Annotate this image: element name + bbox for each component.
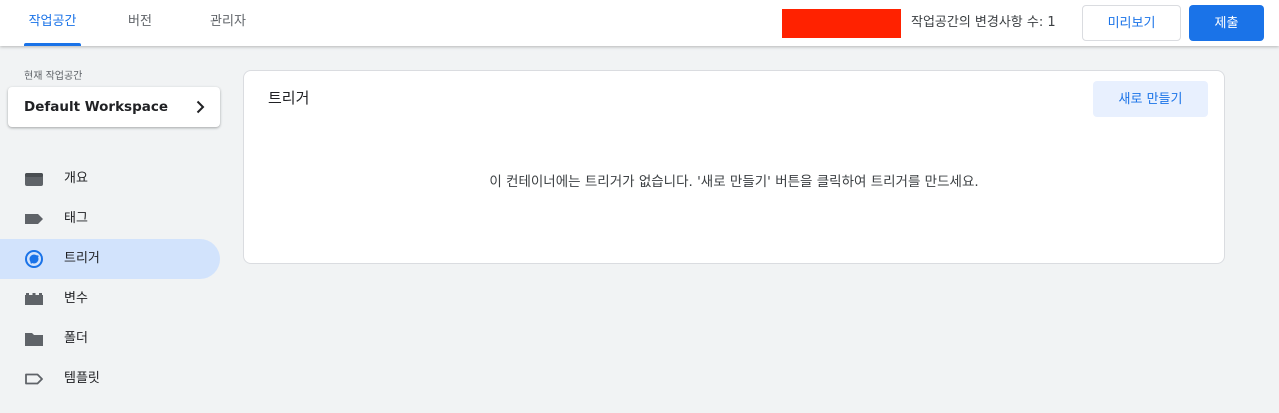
- folder-icon: [25, 333, 43, 346]
- tab-versions[interactable]: 버전: [120, 0, 160, 46]
- sidebar-item-label: 변수: [64, 291, 88, 306]
- tag-icon: [25, 214, 43, 224]
- sidebar-item-label: 개요: [64, 171, 88, 186]
- sidebar-item-triggers[interactable]: 트리거: [0, 239, 220, 279]
- preview-button[interactable]: 미리보기: [1082, 5, 1181, 41]
- page-title: 트리거: [268, 89, 310, 107]
- top-bar: 작업공간 버전 관리자 작업공간의 변경사항 수: 1 미리보기 제출: [0, 0, 1279, 46]
- chevron-right-icon: [196, 100, 205, 114]
- tab-admin[interactable]: 관리자: [202, 0, 254, 46]
- overview-icon: [25, 173, 43, 186]
- submit-button[interactable]: 제출: [1189, 5, 1264, 41]
- workspace-changes-count: 작업공간의 변경사항 수: 1: [911, 15, 1056, 30]
- workspace-selector[interactable]: Default Workspace: [8, 87, 220, 127]
- empty-state-message: 이 컨테이너에는 트리거가 없습니다. '새로 만들기' 버튼을 클릭하여 트리…: [489, 174, 979, 190]
- variables-icon: [25, 293, 43, 305]
- sidebar-item-tags[interactable]: 태그: [0, 199, 220, 239]
- tab-workspace[interactable]: 작업공간: [24, 0, 81, 46]
- trigger-icon: [25, 250, 43, 268]
- sidebar-item-overview[interactable]: 개요: [0, 159, 220, 199]
- template-icon: [25, 373, 43, 385]
- sidebar-item-label: 트리거: [64, 251, 100, 266]
- new-trigger-button[interactable]: 새로 만들기: [1093, 81, 1208, 117]
- sidebar-item-variables[interactable]: 변수: [0, 279, 220, 319]
- current-workspace-caption: 현재 작업공간: [24, 71, 83, 82]
- sidebar-item-label: 폴더: [64, 331, 88, 346]
- sidebar-item-label: 템플릿: [64, 371, 100, 386]
- triggers-card: 트리거 새로 만들기 이 컨테이너에는 트리거가 없습니다. '새로 만들기' …: [243, 70, 1225, 264]
- sidebar-item-label: 태그: [64, 211, 88, 226]
- redacted-block: [782, 9, 901, 38]
- workspace-name: Default Workspace: [24, 99, 169, 115]
- sidebar-item-folders[interactable]: 폴더: [0, 319, 220, 359]
- sidebar-item-templates[interactable]: 템플릿: [0, 359, 220, 399]
